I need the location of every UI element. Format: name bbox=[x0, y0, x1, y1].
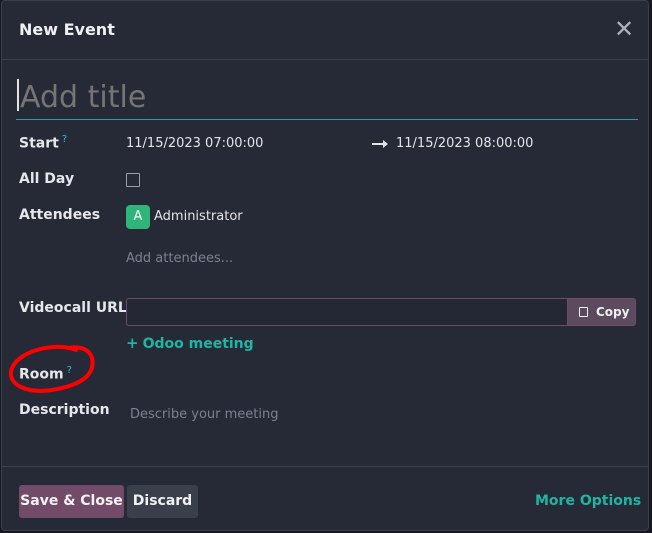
start-label: Start? bbox=[19, 134, 67, 152]
odoo-meeting-link[interactable]: + Odoo meeting bbox=[126, 334, 254, 352]
copy-button[interactable]: Copy bbox=[567, 298, 636, 326]
all-day-label: All Day bbox=[19, 171, 75, 187]
help-icon[interactable]: ? bbox=[67, 365, 72, 376]
dialog-footer: Save & Close Discard More Options bbox=[2, 466, 648, 533]
videocall-url-input[interactable] bbox=[126, 298, 567, 326]
discard-button[interactable]: Discard bbox=[127, 485, 198, 518]
all-day-checkbox[interactable] bbox=[126, 173, 140, 187]
save-close-button[interactable]: Save & Close bbox=[19, 485, 124, 518]
text-caret bbox=[17, 79, 19, 111]
add-attendees-input[interactable]: Add attendees... bbox=[126, 251, 233, 266]
plus-icon: + bbox=[126, 334, 139, 352]
new-event-dialog: New Event ✕ Start? 11/15/2023 07:00:00 1… bbox=[1, 0, 649, 531]
attendees-label: Attendees bbox=[19, 207, 101, 223]
description-input[interactable]: Describe your meeting bbox=[130, 407, 279, 422]
dialog-title: New Event bbox=[19, 20, 115, 39]
help-icon[interactable]: ? bbox=[62, 134, 67, 145]
dialog-header: New Event ✕ bbox=[2, 1, 648, 60]
copy-button-label: Copy bbox=[596, 305, 630, 319]
room-label: Room? bbox=[19, 365, 72, 383]
videocall-label: Videocall URL bbox=[19, 300, 127, 316]
event-title-field bbox=[16, 71, 638, 120]
avatar: A bbox=[126, 205, 150, 229]
room-label-text: Room bbox=[19, 366, 64, 383]
description-label: Description bbox=[19, 402, 110, 418]
odoo-meeting-label: Odoo meeting bbox=[142, 336, 254, 352]
start-label-text: Start bbox=[19, 135, 59, 152]
start-datetime[interactable]: 11/15/2023 07:00:00 bbox=[126, 136, 263, 151]
event-title-input[interactable] bbox=[18, 77, 622, 117]
copy-icon bbox=[576, 304, 588, 317]
close-icon[interactable]: ✕ bbox=[612, 17, 636, 41]
attendee-name[interactable]: Administrator bbox=[154, 209, 243, 224]
more-options-link[interactable]: More Options bbox=[535, 493, 641, 509]
arrow-right-icon bbox=[372, 140, 388, 148]
end-datetime[interactable]: 11/15/2023 08:00:00 bbox=[396, 136, 533, 151]
